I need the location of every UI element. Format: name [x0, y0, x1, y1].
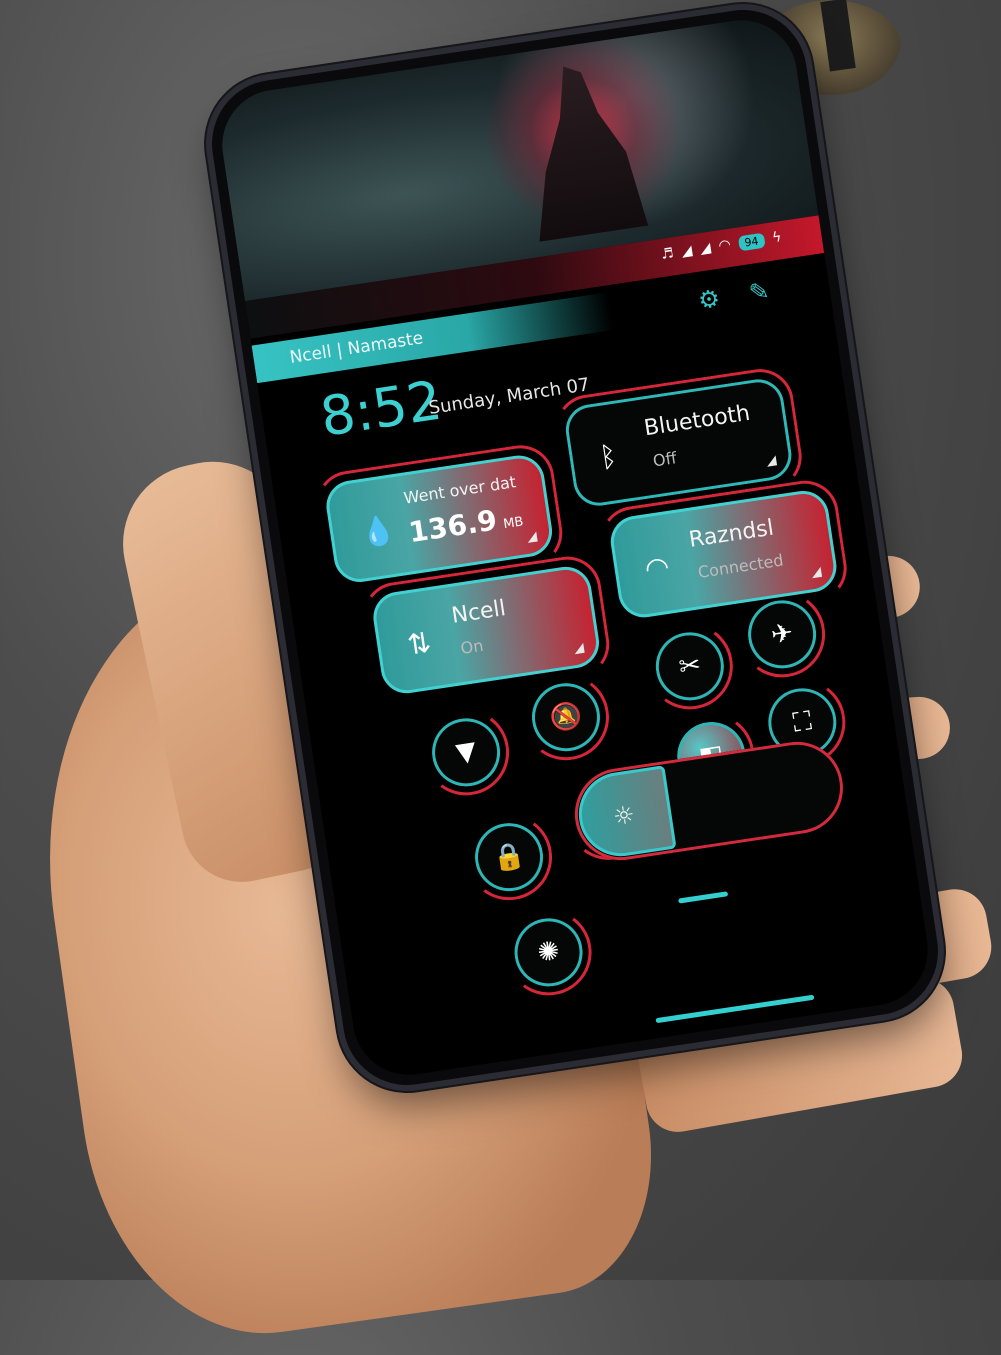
data-transfer-icon: ⇅ [405, 625, 434, 662]
wifi-icon: ◠ [717, 236, 732, 255]
data-usage-value: 136.9 MB [406, 503, 525, 550]
water-drop-icon: 💧 [358, 512, 398, 551]
data-usage-tile[interactable]: 💧 Went over dat 136.9 MB [311, 440, 567, 597]
bluetooth-status: Off [651, 448, 678, 471]
screenshot-toggle[interactable]: ✂ [651, 627, 729, 705]
flashlight-icon: ▼ [453, 736, 479, 769]
wifi-icon: ◠ [642, 549, 672, 586]
battery-icon: 94 [737, 232, 766, 251]
date: Sunday, March 07 [427, 374, 591, 419]
sun-icon: ☼ [611, 800, 637, 832]
drag-handle[interactable] [678, 891, 729, 904]
headphones-icon: ♬ [659, 245, 675, 263]
screenshot-icon: ✂ [676, 649, 703, 683]
lock-toggle[interactable]: 🔒 [470, 818, 548, 896]
mobile-status: On [459, 635, 485, 658]
expand-corner-icon[interactable] [526, 531, 538, 543]
airplane-toggle[interactable]: ✈ [743, 595, 821, 673]
expand-corner-icon[interactable] [810, 566, 823, 579]
carrier-text: Ncell | Namaste [288, 328, 425, 368]
clock: 8:52 [316, 368, 446, 449]
edit-icon[interactable]: ✎ [747, 277, 771, 308]
bluetooth-tile[interactable]: ᛒ Bluetooth Off [550, 364, 807, 521]
expand-corner-icon[interactable] [573, 642, 585, 655]
signal-icon: ◢ [680, 242, 694, 260]
bluetooth-icon: ᛒ [597, 439, 620, 475]
brightness-slider[interactable]: ☼ [568, 735, 850, 867]
wifi-title: Razndsl [687, 515, 776, 553]
auto-brightness-icon: ✺ [535, 935, 562, 969]
scan-icon: ⛶ [791, 705, 814, 739]
charging-icon: ϟ [771, 229, 783, 247]
brightness-fill: ☼ [573, 765, 677, 862]
lock-icon: 🔒 [490, 839, 528, 875]
bluetooth-title: Bluetooth [642, 400, 752, 442]
settings-gear-icon[interactable]: ⚙ [696, 284, 721, 315]
mobile-title: Ncell [449, 596, 508, 629]
bell-mute-icon: 🔕 [547, 699, 585, 735]
signal-icon: ◢ [698, 239, 712, 258]
warrior-figure [514, 58, 648, 242]
navigation-bar[interactable] [655, 994, 815, 1024]
auto-brightness-toggle[interactable]: ✺ [509, 913, 588, 992]
wifi-status: Connected [696, 550, 785, 582]
flashlight-toggle[interactable]: ▼ [427, 713, 505, 792]
silent-toggle[interactable]: 🔕 [527, 678, 605, 756]
expand-corner-icon[interactable] [765, 455, 778, 467]
airplane-icon: ✈ [769, 617, 796, 651]
